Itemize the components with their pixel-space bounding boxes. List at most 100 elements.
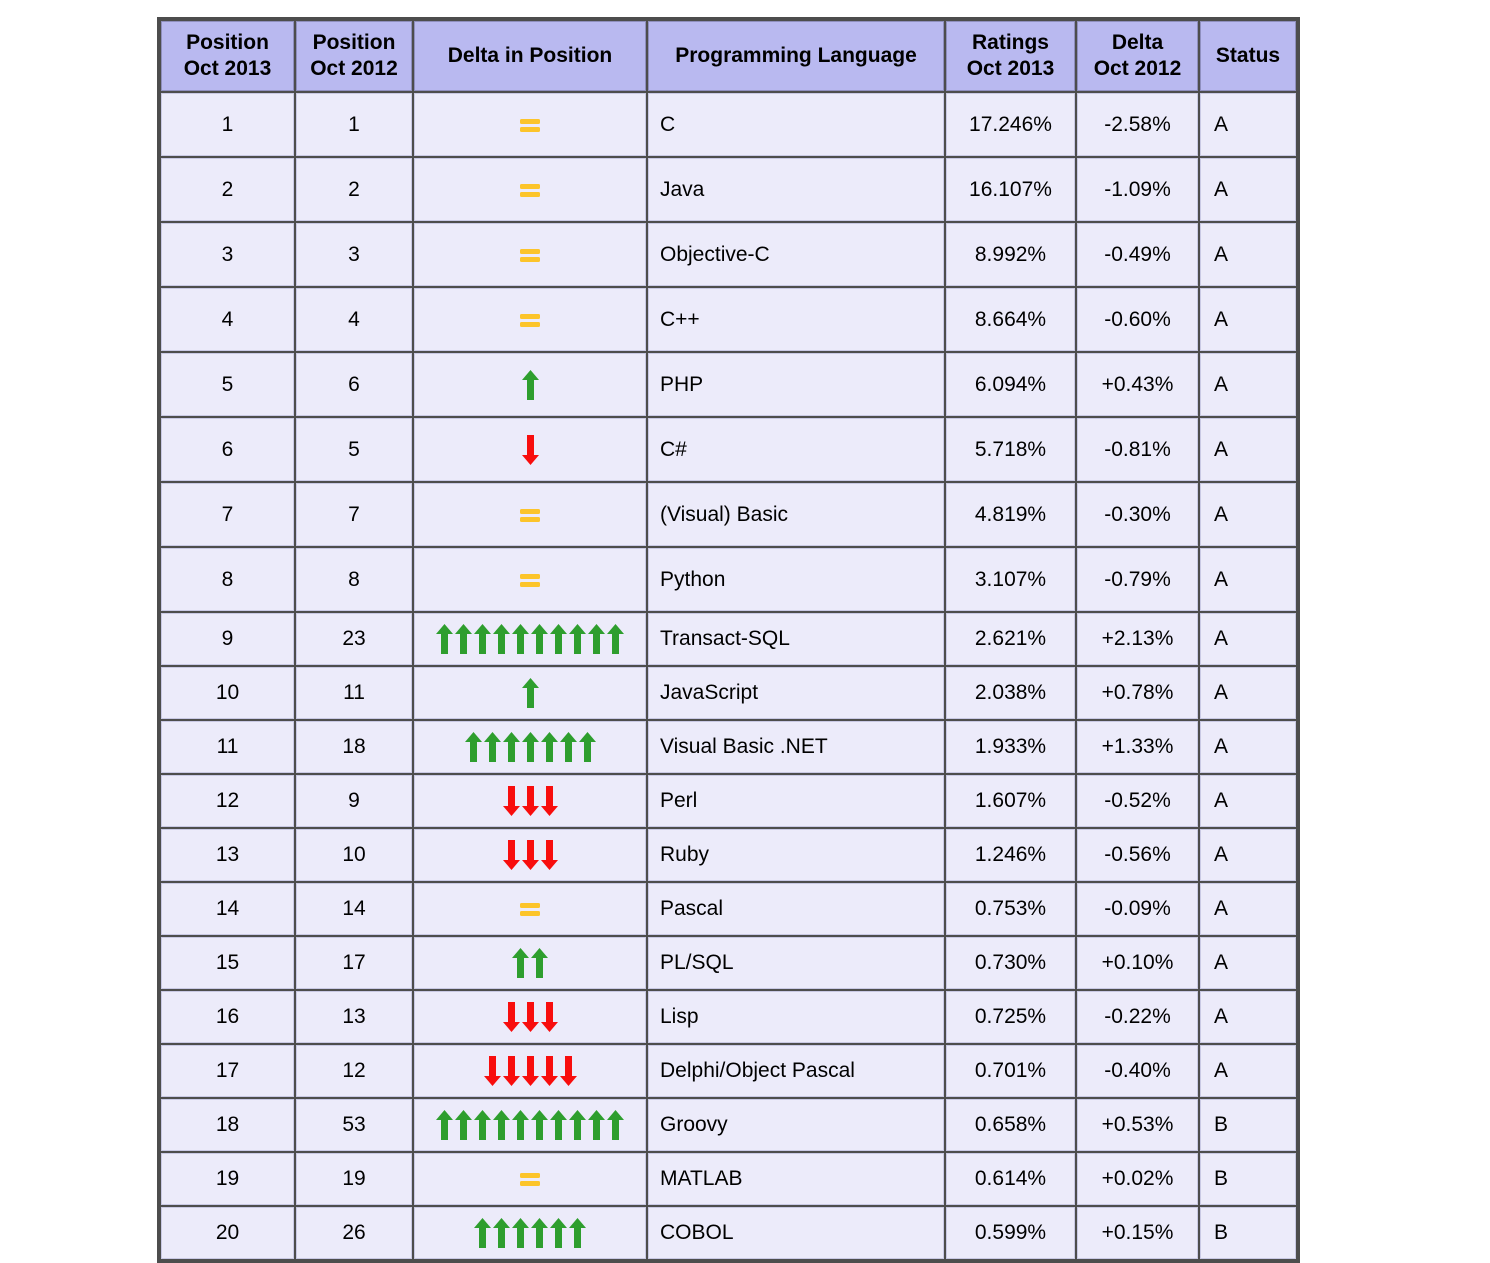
cell-programming-language[interactable]: Visual Basic .NET — [648, 721, 944, 774]
arrow-up-icon — [521, 730, 540, 764]
header-line-2: Oct 2013 — [966, 56, 1055, 80]
cell-programming-language[interactable]: Transact-SQL — [648, 613, 944, 666]
arrow-up-icon — [530, 1108, 549, 1142]
cell-programming-language[interactable]: PHP — [648, 353, 944, 417]
cell-ratings: 0.614% — [946, 1153, 1075, 1206]
arrow-down-icon — [502, 1054, 521, 1088]
arrow-up-icon — [511, 1108, 530, 1142]
arrow-up-icon — [521, 368, 540, 402]
table-row: 8 8 Python 3.107% -0.79% A — [161, 548, 1296, 612]
arrow-up-icon — [568, 622, 587, 656]
cell-programming-language[interactable]: Pascal — [648, 883, 944, 936]
cell-delta-in-position — [414, 223, 646, 287]
cell-position-2013: 2 — [161, 158, 294, 222]
cell-status: A — [1200, 1045, 1296, 1098]
cell-programming-language[interactable]: Lisp — [648, 991, 944, 1044]
header-line-1: Position — [312, 31, 396, 54]
cell-programming-language[interactable]: C++ — [648, 288, 944, 352]
cell-programming-language[interactable]: Python — [648, 548, 944, 612]
cell-delta-in-position — [414, 93, 646, 157]
table-row: 3 3 Objective-C 8.992% -0.49% A — [161, 223, 1296, 287]
cell-ratings: 8.664% — [946, 288, 1075, 352]
column-header-ratings-2013: Ratings Oct 2013 — [946, 21, 1075, 92]
cell-ratings: 0.753% — [946, 883, 1075, 936]
column-header-delta-in-position: Delta in Position — [414, 21, 646, 92]
arrow-up-icon — [606, 1108, 625, 1142]
cell-position-2012: 10 — [296, 829, 412, 882]
cell-programming-language[interactable]: JavaScript — [648, 667, 944, 720]
cell-programming-language[interactable]: PL/SQL — [648, 937, 944, 990]
cell-position-2013: 6 — [161, 418, 294, 482]
cell-status: B — [1200, 1153, 1296, 1206]
cell-position-2013: 14 — [161, 883, 294, 936]
cell-delta: -0.60% — [1077, 288, 1198, 352]
arrow-up-icon — [473, 1216, 492, 1250]
cell-delta: -0.30% — [1077, 483, 1198, 547]
cell-delta: +0.43% — [1077, 353, 1198, 417]
arrow-up-icon — [492, 1216, 511, 1250]
cell-position-2012: 13 — [296, 991, 412, 1044]
equal-sign-icon — [517, 892, 543, 926]
arrow-up-icon — [473, 1108, 492, 1142]
cell-programming-language[interactable]: MATLAB — [648, 1153, 944, 1206]
arrow-up-icon — [587, 622, 606, 656]
table-row: 12 9 Perl 1.607% -0.52% A — [161, 775, 1296, 828]
table-row: 5 6 PHP 6.094% +0.43% A — [161, 353, 1296, 417]
cell-ratings: 8.992% — [946, 223, 1075, 287]
arrow-up-icon — [568, 1216, 587, 1250]
cell-ratings: 1.607% — [946, 775, 1075, 828]
cell-delta-in-position — [414, 353, 646, 417]
cell-programming-language[interactable]: C — [648, 93, 944, 157]
table-row: 11 18 Visual Basic .NET 1.933% +1.33% A — [161, 721, 1296, 774]
cell-delta: -0.52% — [1077, 775, 1198, 828]
cell-programming-language[interactable]: (Visual) Basic — [648, 483, 944, 547]
arrow-up-icon — [521, 676, 540, 710]
table-header: Position Oct 2013 Position Oct 2012 Delta … — [161, 21, 1296, 92]
cell-programming-language[interactable]: Groovy — [648, 1099, 944, 1152]
arrow-up-icon — [511, 1216, 530, 1250]
cell-position-2013: 13 — [161, 829, 294, 882]
arrow-up-icon — [511, 622, 530, 656]
cell-ratings: 5.718% — [946, 418, 1075, 482]
arrow-down-icon — [521, 784, 540, 818]
cell-programming-language[interactable]: Ruby — [648, 829, 944, 882]
cell-position-2013: 8 — [161, 548, 294, 612]
cell-delta: -0.81% — [1077, 418, 1198, 482]
cell-position-2013: 16 — [161, 991, 294, 1044]
arrow-up-icon — [511, 946, 530, 980]
cell-delta: -1.09% — [1077, 158, 1198, 222]
cell-programming-language[interactable]: C# — [648, 418, 944, 482]
cell-programming-language[interactable]: Objective-C — [648, 223, 944, 287]
cell-status: A — [1200, 158, 1296, 222]
cell-ratings: 1.933% — [946, 721, 1075, 774]
table-body: 1 1 C 17.246% -2.58% A 2 2 Java 16.107% -1.09% A 3 3 O… — [161, 93, 1296, 1260]
equal-sign-icon — [517, 108, 543, 142]
cell-status: A — [1200, 548, 1296, 612]
cell-programming-language[interactable]: COBOL — [648, 1207, 944, 1260]
cell-delta-in-position — [414, 937, 646, 990]
column-header-status: Status — [1200, 21, 1296, 92]
arrow-down-icon — [521, 433, 540, 467]
arrow-down-icon — [521, 1000, 540, 1034]
cell-programming-language[interactable]: Delphi/Object Pascal — [648, 1045, 944, 1098]
column-header-position-2012: Position Oct 2012 — [296, 21, 412, 92]
cell-ratings: 16.107% — [946, 158, 1075, 222]
cell-programming-language[interactable]: Java — [648, 158, 944, 222]
cell-delta-in-position — [414, 829, 646, 882]
cell-delta-in-position — [414, 1153, 646, 1206]
cell-status: A — [1200, 937, 1296, 990]
arrow-down-icon — [502, 1000, 521, 1034]
table-row: 9 23 Transact-SQL 2.621% +2.13% A — [161, 613, 1296, 666]
cell-status: A — [1200, 775, 1296, 828]
cell-ratings: 2.038% — [946, 667, 1075, 720]
cell-status: A — [1200, 829, 1296, 882]
arrow-up-icon — [530, 946, 549, 980]
cell-delta: +0.53% — [1077, 1099, 1198, 1152]
cell-position-2012: 1 — [296, 93, 412, 157]
cell-programming-language[interactable]: Perl — [648, 775, 944, 828]
cell-status: A — [1200, 883, 1296, 936]
arrow-up-icon — [606, 622, 625, 656]
cell-ratings: 6.094% — [946, 353, 1075, 417]
arrow-up-icon — [559, 730, 578, 764]
arrow-up-icon — [464, 730, 483, 764]
